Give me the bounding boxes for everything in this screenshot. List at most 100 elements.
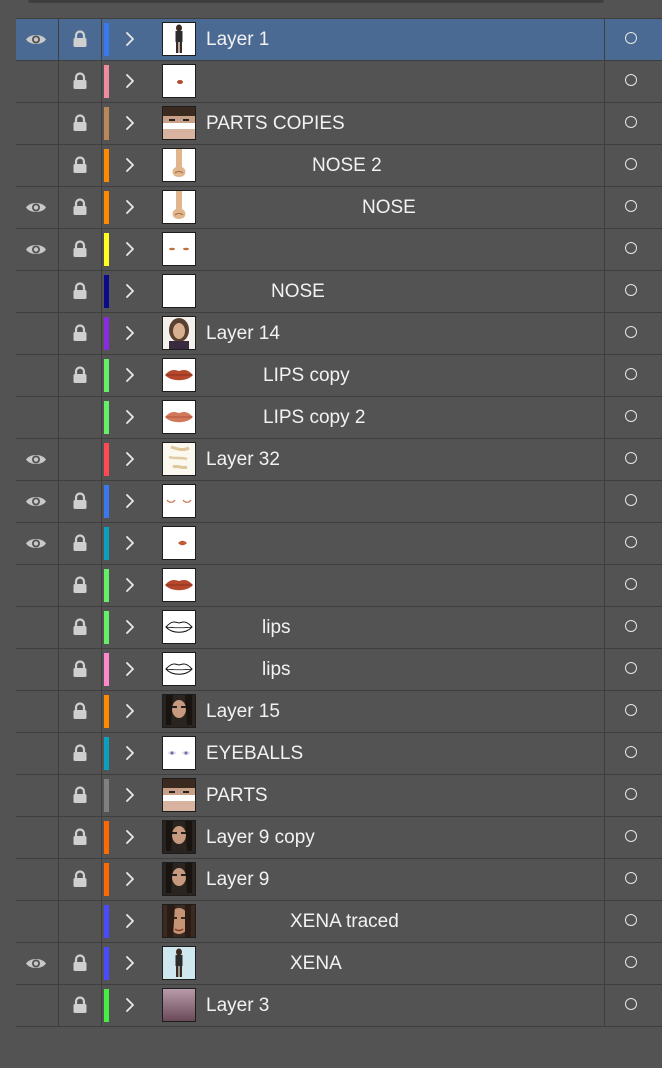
layer-row[interactable]: Layer 32 xyxy=(16,439,662,481)
layer-row[interactable]: lips xyxy=(16,649,662,691)
layer-main[interactable]: NOSE 2 xyxy=(102,145,604,186)
layer-name[interactable]: Layer 1 xyxy=(206,19,269,60)
lock-toggle[interactable] xyxy=(59,817,102,858)
visibility-toggle[interactable] xyxy=(16,523,59,564)
chevron-right-icon[interactable] xyxy=(124,997,136,1013)
chevron-right-icon[interactable] xyxy=(124,619,136,635)
layer-row[interactable]: Layer 9 copy xyxy=(16,817,662,859)
layer-row[interactable] xyxy=(16,523,662,565)
layer-main[interactable]: Layer 32 xyxy=(102,439,604,480)
layer-row[interactable]: Layer 14 xyxy=(16,313,662,355)
lock-toggle[interactable] xyxy=(59,733,102,774)
visibility-toggle[interactable] xyxy=(16,397,59,438)
lock-icon[interactable] xyxy=(72,198,88,216)
lock-toggle[interactable] xyxy=(59,187,102,228)
layer-main[interactable]: Layer 1 xyxy=(102,19,604,60)
chevron-right-icon[interactable] xyxy=(124,703,136,719)
visibility-toggle[interactable] xyxy=(16,103,59,144)
lock-icon[interactable] xyxy=(72,366,88,384)
eye-icon[interactable] xyxy=(25,956,47,971)
layer-name[interactable]: lips xyxy=(262,607,291,648)
layer-main[interactable]: LIPS copy 2 xyxy=(102,397,604,438)
target-column[interactable] xyxy=(604,649,662,690)
chevron-right-icon[interactable] xyxy=(124,283,136,299)
lock-toggle[interactable] xyxy=(59,313,102,354)
visibility-toggle[interactable] xyxy=(16,271,59,312)
lock-toggle[interactable] xyxy=(59,943,102,984)
layer-row[interactable]: PARTS COPIES xyxy=(16,103,662,145)
layer-name[interactable]: NOSE xyxy=(271,271,325,312)
layer-main[interactable]: Layer 3 xyxy=(102,985,604,1026)
layer-name[interactable]: XENA traced xyxy=(290,901,399,942)
lock-icon[interactable] xyxy=(72,786,88,804)
target-column[interactable] xyxy=(604,271,662,312)
layer-name[interactable]: LIPS copy xyxy=(263,355,350,396)
visibility-toggle[interactable] xyxy=(16,859,59,900)
target-column[interactable] xyxy=(604,187,662,228)
chevron-right-icon[interactable] xyxy=(124,787,136,803)
chevron-right-icon[interactable] xyxy=(124,409,136,425)
target-column[interactable] xyxy=(604,943,662,984)
layer-row[interactable] xyxy=(16,61,662,103)
lock-toggle[interactable] xyxy=(59,397,102,438)
target-column[interactable] xyxy=(604,355,662,396)
target-circle-icon[interactable] xyxy=(625,494,637,506)
visibility-toggle[interactable] xyxy=(16,481,59,522)
layer-row[interactable]: LIPS copy 2 xyxy=(16,397,662,439)
visibility-toggle[interactable] xyxy=(16,229,59,270)
chevron-right-icon[interactable] xyxy=(124,73,136,89)
layer-row[interactable]: NOSE 2 xyxy=(16,145,662,187)
visibility-toggle[interactable] xyxy=(16,985,59,1026)
lock-icon[interactable] xyxy=(72,576,88,594)
layer-name[interactable]: NOSE 2 xyxy=(312,145,382,186)
target-circle-icon[interactable] xyxy=(625,410,637,422)
lock-toggle[interactable] xyxy=(59,859,102,900)
visibility-toggle[interactable] xyxy=(16,19,59,60)
layer-row[interactable]: lips xyxy=(16,607,662,649)
lock-icon[interactable] xyxy=(72,744,88,762)
lock-icon[interactable] xyxy=(72,996,88,1014)
visibility-toggle[interactable] xyxy=(16,187,59,228)
visibility-toggle[interactable] xyxy=(16,901,59,942)
layer-main[interactable]: PARTS xyxy=(102,775,604,816)
eye-icon[interactable] xyxy=(25,242,47,257)
target-column[interactable] xyxy=(604,733,662,774)
chevron-right-icon[interactable] xyxy=(124,871,136,887)
chevron-right-icon[interactable] xyxy=(124,199,136,215)
layer-main[interactable]: LIPS copy xyxy=(102,355,604,396)
lock-icon[interactable] xyxy=(72,954,88,972)
layer-main[interactable]: lips xyxy=(102,607,604,648)
layer-name[interactable]: XENA xyxy=(290,943,342,984)
layer-main[interactable]: lips xyxy=(102,649,604,690)
layer-row[interactable]: Layer 1 xyxy=(16,18,662,61)
layer-name[interactable]: EYEBALLS xyxy=(206,733,303,774)
target-column[interactable] xyxy=(604,901,662,942)
layer-main[interactable]: NOSE xyxy=(102,187,604,228)
layer-row[interactable]: LIPS copy xyxy=(16,355,662,397)
layer-row[interactable]: Layer 3 xyxy=(16,985,662,1027)
layer-row[interactable]: PARTS xyxy=(16,775,662,817)
lock-toggle[interactable] xyxy=(59,649,102,690)
visibility-toggle[interactable] xyxy=(16,607,59,648)
target-circle-icon[interactable] xyxy=(625,284,637,296)
layer-main[interactable]: Layer 14 xyxy=(102,313,604,354)
target-circle-icon[interactable] xyxy=(625,704,637,716)
target-column[interactable] xyxy=(604,145,662,186)
layer-row[interactable]: XENA xyxy=(16,943,662,985)
target-circle-icon[interactable] xyxy=(625,788,637,800)
lock-toggle[interactable] xyxy=(59,901,102,942)
lock-toggle[interactable] xyxy=(59,103,102,144)
layer-name[interactable]: Layer 32 xyxy=(206,439,280,480)
target-circle-icon[interactable] xyxy=(625,158,637,170)
target-column[interactable] xyxy=(604,859,662,900)
layer-row[interactable] xyxy=(16,229,662,271)
layer-name[interactable]: NOSE xyxy=(362,187,416,228)
target-circle-icon[interactable] xyxy=(625,914,637,926)
eye-icon[interactable] xyxy=(25,32,47,47)
lock-toggle[interactable] xyxy=(59,523,102,564)
lock-toggle[interactable] xyxy=(59,229,102,270)
visibility-toggle[interactable] xyxy=(16,775,59,816)
lock-icon[interactable] xyxy=(72,828,88,846)
target-column[interactable] xyxy=(604,565,662,606)
target-circle-icon[interactable] xyxy=(625,830,637,842)
